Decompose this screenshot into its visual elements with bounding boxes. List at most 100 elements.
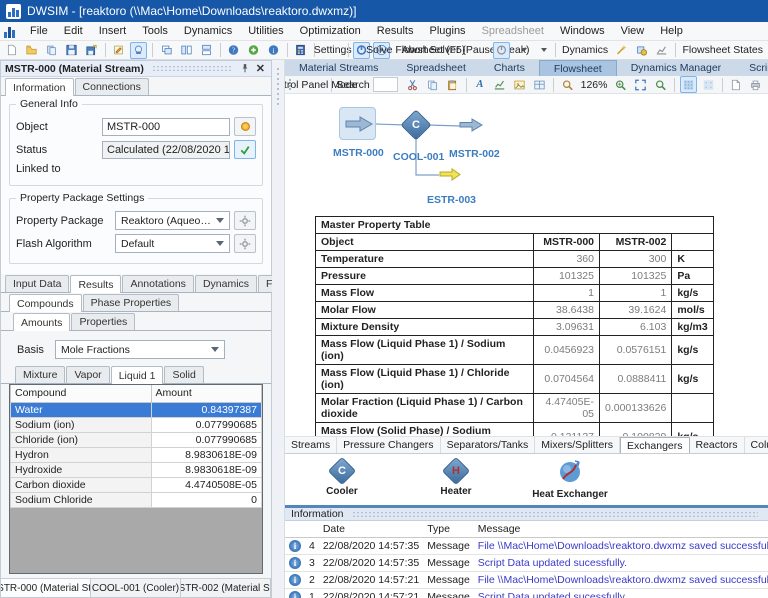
panel-splitter[interactable] [272, 60, 285, 598]
new-file-button[interactable] [3, 42, 20, 59]
calculator-button[interactable] [292, 42, 309, 59]
dynamics-chart-icon[interactable] [653, 42, 670, 59]
palette-tab-exchangers[interactable]: Exchangers [620, 437, 689, 453]
outlet-stream-label[interactable]: MSTR-002 [449, 148, 500, 160]
compound-row-sodium-ion[interactable]: Sodium (ion)0.077990685 [11, 417, 262, 432]
tab-amounts[interactable]: Amounts [13, 313, 70, 331]
menu-tools[interactable]: Tools [134, 23, 176, 39]
energy-stream-label[interactable]: ESTR-003 [427, 194, 476, 206]
log-row-1[interactable]: i122/08/2020 14:57:21MessageScript Data … [285, 589, 768, 598]
palette-item-heater[interactable]: HHeater [421, 458, 491, 497]
add-table-button[interactable] [531, 76, 548, 93]
inlet-stream-label[interactable]: MSTR-000 [333, 147, 384, 159]
add-image-button[interactable] [511, 76, 528, 93]
copy-button[interactable] [424, 76, 441, 93]
inspector-button[interactable] [130, 42, 147, 59]
open-file-button[interactable] [23, 42, 40, 59]
tab-input-data[interactable]: Input Data [5, 275, 69, 292]
cascade-windows-button[interactable] [158, 42, 175, 59]
zoom-fit-button[interactable] [632, 76, 649, 93]
object-input[interactable]: MSTR-000 [102, 118, 230, 136]
paste-button[interactable] [444, 76, 461, 93]
tab-results[interactable]: Results [70, 275, 121, 293]
search-input[interactable] [373, 77, 398, 92]
palette-tab-columns[interactable]: Columns [745, 437, 768, 453]
page-setup-button[interactable] [727, 76, 744, 93]
palette-item-heat-exchanger[interactable]: Heat Exchanger [535, 458, 605, 500]
menu-help[interactable]: Help [652, 23, 691, 39]
compound-row-chloride-ion[interactable]: Chloride (ion)0.077990685 [11, 432, 262, 447]
basis-select[interactable]: Mole Fractions [55, 340, 225, 359]
zoom-extents-button[interactable] [652, 76, 669, 93]
log-row-4[interactable]: i422/08/2020 14:57:35MessageFile \\Mac\H… [285, 538, 768, 555]
menu-view[interactable]: View [613, 23, 653, 39]
recalculate-button[interactable] [234, 140, 256, 159]
tab-phase-properties[interactable]: Phase Properties [83, 294, 180, 311]
save-button[interactable] [63, 42, 80, 59]
restore-state-button[interactable] [533, 42, 550, 59]
log-row-2[interactable]: i222/08/2020 14:57:21MessageFile \\Mac\H… [285, 572, 768, 589]
flash-algorithm-settings-button[interactable] [234, 234, 256, 253]
compound-row-sodium-chloride[interactable]: Sodium Chloride0 [11, 492, 262, 507]
about-button[interactable]: i [265, 42, 282, 59]
solver-queue-button[interactable] [493, 42, 510, 59]
rename-object-button[interactable] [234, 117, 256, 136]
flowsheet-canvas[interactable]: C MSTR-000 COOL-001 MSTR-002 ESTR-003 Ma… [285, 94, 768, 437]
pin-icon[interactable] [240, 63, 250, 74]
close-icon[interactable]: ✕ [254, 62, 267, 75]
compound-row-hydron[interactable]: Hydron8.9830618E-09 [11, 447, 262, 462]
print-button[interactable] [747, 76, 764, 93]
script-note-button[interactable] [110, 42, 127, 59]
palette-tab-pressure-changers[interactable]: Pressure Changers [337, 437, 440, 453]
master-property-table[interactable]: Master Property TableObjectMSTR-000MSTR-… [315, 216, 714, 437]
palette-tab-reactors[interactable]: Reactors [690, 437, 745, 453]
doc-tab-script-ma[interactable]: Script Ma [735, 60, 768, 76]
editor-tab-mstr-000-material-str[interactable]: MSTR-000 (Material Str... [1, 579, 91, 597]
menu-spreadsheet[interactable]: Spreadsheet [474, 23, 552, 39]
menu-edit[interactable]: Edit [56, 23, 91, 39]
amount-column-header[interactable]: Amount [151, 385, 261, 402]
editor-tab-cool-001-cooler[interactable]: COOL-001 (Cooler) [91, 579, 181, 597]
cooler-label[interactable]: COOL-001 [393, 151, 444, 163]
cut-button[interactable] [404, 76, 421, 93]
grid-toggle-button[interactable] [680, 76, 697, 93]
dynamics-manager-icon[interactable] [633, 42, 650, 59]
tile-horizontal-button[interactable] [198, 42, 215, 59]
menu-windows[interactable]: Windows [552, 23, 613, 39]
doc-tab-spreadsheet[interactable]: Spreadsheet [392, 60, 480, 76]
tile-vertical-button[interactable] [178, 42, 195, 59]
zoom-in-button[interactable] [612, 76, 629, 93]
editor-tab-mstr-002-material-st[interactable]: MSTR-002 (Material St... [181, 579, 271, 597]
palette-tab-mixers-splitters[interactable]: Mixers/Splitters [535, 437, 620, 453]
flash-algorithm-select[interactable]: Default [115, 234, 230, 253]
palette-tab-streams[interactable]: Streams [285, 437, 337, 453]
log-message-header[interactable]: Message [474, 521, 768, 538]
tab-properties[interactable]: Properties [71, 313, 135, 330]
property-package-settings-button[interactable] [234, 211, 256, 230]
zoom-tool-button[interactable] [559, 76, 576, 93]
save-as-button[interactable] [83, 42, 100, 59]
tab-vapor[interactable]: Vapor [66, 366, 109, 383]
dynamics-wizard-icon[interactable] [613, 42, 630, 59]
tab-annotations[interactable]: Annotations [122, 275, 193, 292]
compound-row-water[interactable]: Water0.84397387 [11, 402, 262, 417]
tab-mixture[interactable]: Mixture [15, 366, 65, 383]
doc-tab-dynamics-manager[interactable]: Dynamics Manager [617, 60, 735, 76]
menu-utilities[interactable]: Utilities [240, 23, 291, 39]
doc-tab-material-streams[interactable]: Material Streams [285, 60, 392, 76]
open-sample-button[interactable] [43, 42, 60, 59]
help-button[interactable]: ? [225, 42, 242, 59]
doc-tab-charts[interactable]: Charts [480, 60, 539, 76]
flowsheet-states-label[interactable]: Flowsheet States [680, 44, 765, 56]
add-chart-button[interactable] [491, 76, 508, 93]
menu-file[interactable]: File [22, 23, 56, 39]
material-stream-inlet-icon[interactable] [345, 116, 373, 132]
doc-tab-flowsheet[interactable]: Flowsheet [539, 60, 617, 76]
donate-button[interactable] [245, 42, 262, 59]
snap-to-grid-button[interactable] [700, 76, 717, 93]
compound-column-header[interactable]: Compound [11, 385, 152, 402]
palette-item-cooler[interactable]: CCooler [307, 458, 377, 497]
menu-results[interactable]: Results [369, 23, 422, 39]
settings-button[interactable]: Settings [320, 42, 343, 59]
menu-plugins[interactable]: Plugins [421, 23, 473, 39]
